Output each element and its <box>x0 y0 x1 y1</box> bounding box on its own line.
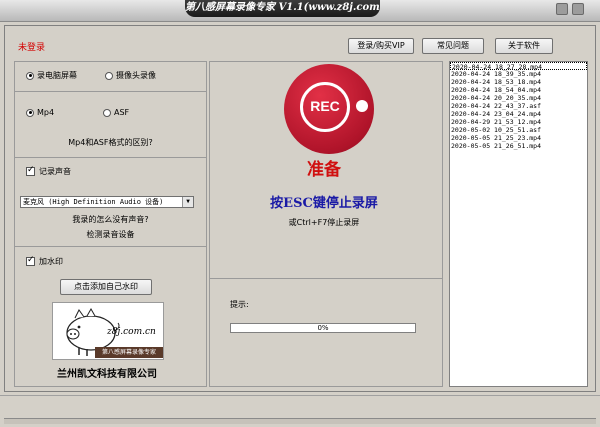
rec-button[interactable]: REC <box>284 64 374 154</box>
hint-label: 提示: <box>230 300 249 309</box>
format-asf-radio[interactable]: ASF <box>103 108 129 117</box>
progress-text: 0% <box>317 324 329 332</box>
recording-file-list[interactable]: 2020-04-24 18_27_28.mp4 2020-04-24 18_39_… <box>449 61 588 387</box>
checkbox-checked-icon <box>26 165 35 176</box>
add-watermark-button[interactable]: 点击添加自己水印 <box>60 279 152 295</box>
login-status: 未登录 <box>18 43 46 53</box>
faq-button[interactable]: 常见问题 <box>422 38 484 54</box>
file-list-item[interactable]: 2020-05-05 21_25_23.mp4 <box>450 134 587 142</box>
close-button[interactable] <box>572 3 584 15</box>
file-list-item[interactable]: 2020-04-24 20_20_35.mp4 <box>450 94 587 102</box>
login-vip-button[interactable]: 登录/购买VIP <box>348 38 414 54</box>
logo-caption: 第八感屏幕录像专家 <box>95 347 163 358</box>
file-list-item[interactable]: 2020-04-24 18_27_28.mp4 <box>450 62 587 71</box>
minimize-button[interactable] <box>556 3 568 15</box>
record-status: 准备 <box>307 160 341 180</box>
watermark-checkbox[interactable]: 加水印 <box>26 255 63 267</box>
file-list-item[interactable]: 2020-04-24 18_39_35.mp4 <box>450 70 587 78</box>
file-list-item[interactable]: 2020-04-24 22_43_37.asf <box>450 102 587 110</box>
watermark-preview: z8j.com.cn 第八感屏幕录像专家 <box>52 302 164 360</box>
progress-bar: 0% <box>230 323 416 333</box>
company-name: 兰州凯文科技有限公司 <box>57 369 157 380</box>
file-list-item[interactable]: 2020-04-24 18_54_04.mp4 <box>450 86 587 94</box>
format-mp4-radio[interactable]: Mp4 <box>26 108 54 117</box>
title-bar[interactable]: 第八感屏幕录像专家 V1.1(www.z8j.com.cn) <box>0 0 600 22</box>
status-bar <box>0 395 600 427</box>
radio-icon <box>105 71 113 80</box>
record-dot-icon <box>356 100 368 112</box>
record-audio-checkbox[interactable]: 记录声音 <box>26 165 71 177</box>
format-diff-link[interactable]: Mp4和ASF格式的区别? <box>14 137 207 148</box>
detect-device-link[interactable]: 检测录音设备 <box>14 229 207 240</box>
record-camera-radio[interactable]: 摄像头录像 <box>105 70 156 81</box>
file-list-item[interactable]: 2020-05-02 10_25_51.asf <box>450 126 587 134</box>
radio-selected-icon <box>26 108 34 117</box>
file-list-item[interactable]: 2020-04-24 23_04_24.mp4 <box>450 110 587 118</box>
radio-selected-icon <box>26 71 34 80</box>
file-list-item[interactable]: 2020-04-29 21_53_12.mp4 <box>450 118 587 126</box>
no-sound-link[interactable]: 我录的怎么没有声音? <box>14 214 207 225</box>
audio-device-select[interactable]: 麦克风 (High Definition Audio 设备) ▼ <box>20 196 194 208</box>
ctrl-instruction: 或Ctrl+F7停止录屏 <box>288 218 360 227</box>
rec-label: REC <box>310 98 340 114</box>
file-list-item[interactable]: 2020-04-24 18_53_18.mp4 <box>450 78 587 86</box>
chevron-down-icon[interactable]: ▼ <box>182 197 193 207</box>
window-title: 第八感屏幕录像专家 V1.1(www.z8j.com.cn) <box>185 0 380 17</box>
file-list-item[interactable]: 2020-05-05 21_26_51.mp4 <box>450 142 587 150</box>
record-screen-radio[interactable]: 录电脑屏幕 <box>26 70 77 81</box>
about-button[interactable]: 关于软件 <box>495 38 553 54</box>
bottom-strip <box>4 418 596 424</box>
esc-instruction: 按ESC键停止录屏 <box>270 196 378 211</box>
checkbox-checked-icon <box>26 255 35 266</box>
divider <box>14 246 207 247</box>
divider <box>14 91 207 92</box>
logo-url: z8j.com.cn <box>107 327 156 337</box>
divider <box>209 278 443 279</box>
radio-icon <box>103 108 111 117</box>
divider <box>14 157 207 158</box>
